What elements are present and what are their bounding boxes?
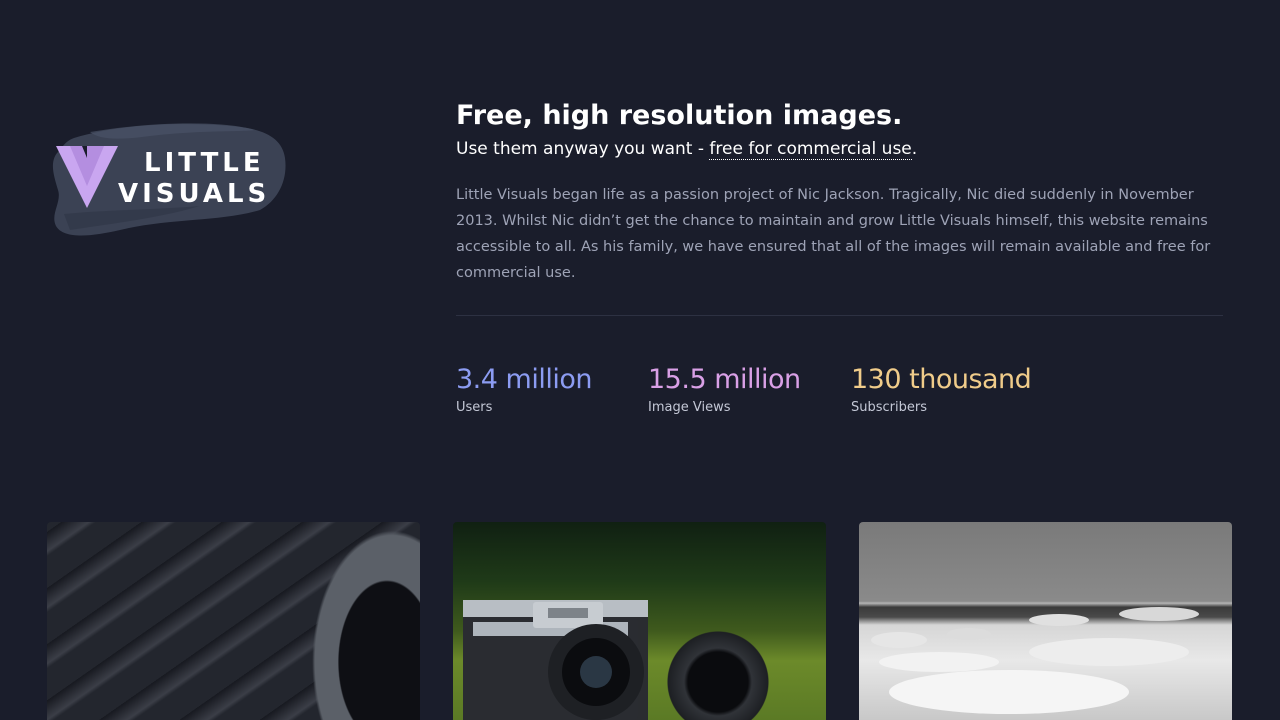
jet-engine-photo[interactable] bbox=[47, 522, 420, 720]
stat-subscribers: 130 thousand Subscribers bbox=[851, 362, 1032, 418]
about-paragraph: Little Visuals began life as a passion p… bbox=[456, 187, 1211, 281]
triangle-logo-icon bbox=[56, 146, 118, 208]
logo[interactable]: LITTLE VISUALS bbox=[50, 118, 290, 246]
stat-users: 3.4 million Users bbox=[456, 362, 592, 418]
stat-label: Users bbox=[456, 400, 493, 415]
stat-label: Subscribers bbox=[851, 400, 927, 415]
camera-shape bbox=[463, 602, 644, 720]
canon-camera-photo[interactable] bbox=[453, 522, 826, 720]
hero-section: Free, high resolution images. Use them a… bbox=[456, 96, 1226, 286]
commercial-use-link[interactable]: free for commercial use bbox=[709, 139, 912, 160]
logo-wordmark: LITTLE VISUALS bbox=[118, 148, 270, 210]
hero-tagline: Use them anyway you want - free for comm… bbox=[456, 136, 1226, 162]
tagline-suffix: . bbox=[911, 139, 918, 159]
stat-value: 130 thousand bbox=[851, 364, 1032, 395]
logo-line-2: VISUALS bbox=[118, 179, 271, 209]
icy-shore-photo[interactable] bbox=[859, 522, 1232, 720]
stat-value: 3.4 million bbox=[456, 364, 592, 395]
ice-chunks-shape bbox=[871, 607, 1199, 714]
page: LITTLE VISUALS Free, high resolution ima… bbox=[0, 0, 1280, 720]
stat-label: Image Views bbox=[648, 400, 731, 415]
stat-value: 15.5 million bbox=[648, 364, 801, 395]
tagline-prefix: Use them anyway you want - bbox=[456, 139, 710, 159]
hero-title: Free, high resolution images. bbox=[456, 100, 903, 131]
section-divider bbox=[456, 315, 1223, 316]
logo-line-1: LITTLE bbox=[144, 148, 265, 178]
stat-image-views: 15.5 million Image Views bbox=[648, 362, 801, 418]
